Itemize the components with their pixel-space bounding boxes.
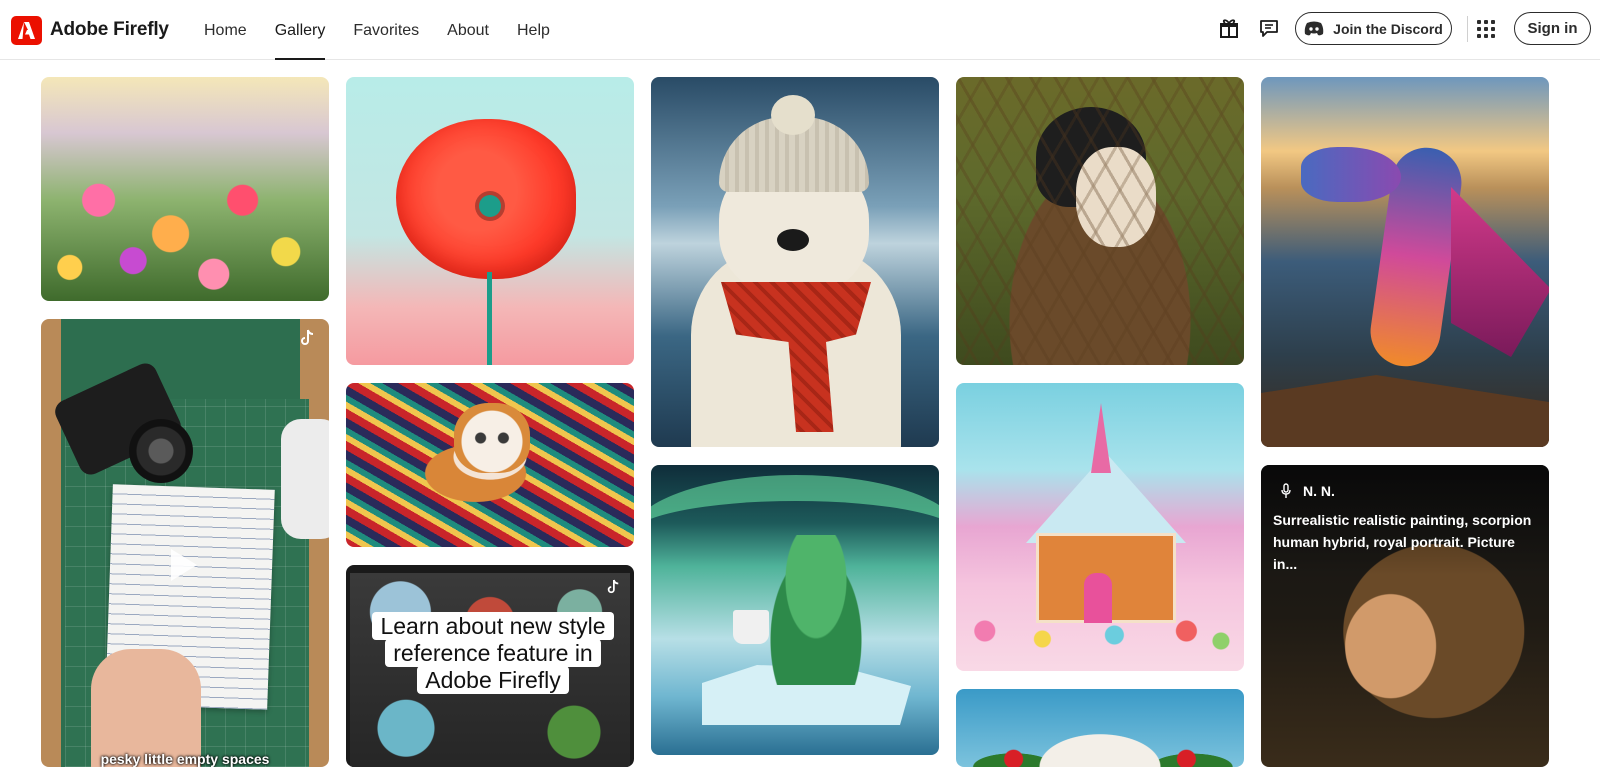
- join-discord-button[interactable]: Join the Discord: [1295, 12, 1452, 45]
- coffee-cup: [733, 610, 769, 644]
- tiktok-icon: [607, 579, 619, 594]
- gallery-card-flower-field[interactable]: [41, 77, 329, 301]
- hat-pompom: [771, 95, 815, 135]
- gallery-card-kitten-ribbons[interactable]: [346, 383, 634, 547]
- gallery-card-polar-bear[interactable]: [651, 77, 939, 447]
- gift-icon[interactable]: [1218, 17, 1244, 43]
- header-divider: [1467, 16, 1468, 42]
- sign-in-button[interactable]: Sign in: [1514, 12, 1591, 45]
- card-prompt: Surrealistic realistic painting, scorpio…: [1273, 512, 1532, 572]
- video-title-overlay: Learn about new style reference feature …: [368, 612, 618, 694]
- nav-gallery[interactable]: Gallery: [274, 0, 325, 60]
- mountain-rock: [1261, 375, 1549, 447]
- house-tower: [1091, 403, 1111, 473]
- nav-home[interactable]: Home: [204, 0, 247, 60]
- author-name: N. N.: [1303, 483, 1335, 499]
- app-brand[interactable]: Adobe Firefly: [50, 19, 169, 41]
- nav-about[interactable]: About: [447, 0, 489, 60]
- nav-help[interactable]: Help: [517, 0, 550, 60]
- gallery-card-rainbow-dragon[interactable]: [1261, 77, 1549, 447]
- video-title-text: Learn about new style reference feature …: [372, 612, 614, 694]
- nav-favorites[interactable]: Favorites: [353, 0, 419, 60]
- bear-nose: [777, 229, 809, 251]
- poppy-stem: [487, 272, 492, 365]
- video-caption: pesky little empty spaces: [100, 751, 270, 767]
- green-dragon: [761, 535, 871, 685]
- gallery-card-style-reference-video[interactable]: Learn about new style reference feature …: [346, 565, 634, 767]
- top-header: Adobe Firefly Home Gallery Favorites Abo…: [0, 0, 1600, 60]
- apps-grid-icon[interactable]: [1477, 20, 1497, 40]
- camera-lens: [129, 419, 193, 483]
- play-icon[interactable]: [171, 549, 197, 581]
- card-author[interactable]: N. N.: [1281, 483, 1335, 499]
- chat-bubble-icon[interactable]: [1258, 17, 1284, 43]
- gallery-card-holly[interactable]: [956, 689, 1244, 767]
- dragon-wing: [1451, 187, 1549, 357]
- adobe-logo-icon[interactable]: [11, 16, 42, 45]
- gallery-card-glass-poppy[interactable]: [346, 77, 634, 365]
- tiktok-icon: [301, 329, 314, 345]
- discord-label: Join the Discord: [1333, 20, 1443, 37]
- gallery-card-tree-portrait[interactable]: [956, 77, 1244, 365]
- poppy-center: [479, 195, 501, 217]
- kitten-face: [454, 403, 530, 473]
- gallery-card-scorpion-portrait[interactable]: N. N. Surrealistic realistic painting, s…: [1261, 465, 1549, 767]
- gallery-card-craft-video[interactable]: pesky little empty spaces: [41, 319, 329, 767]
- discord-icon: [1304, 21, 1324, 36]
- sock: [281, 419, 329, 539]
- candy-decorations: [956, 611, 1244, 651]
- dragon-head: [1301, 147, 1401, 202]
- microphone-icon: [1281, 483, 1291, 498]
- tree-branches: [956, 77, 1244, 365]
- gallery-card-aurora-dragon[interactable]: [651, 465, 939, 755]
- hand: [91, 649, 201, 767]
- main-nav: Home Gallery Favorites About Help: [204, 0, 578, 60]
- gallery-card-gingerbread-house[interactable]: [956, 383, 1244, 671]
